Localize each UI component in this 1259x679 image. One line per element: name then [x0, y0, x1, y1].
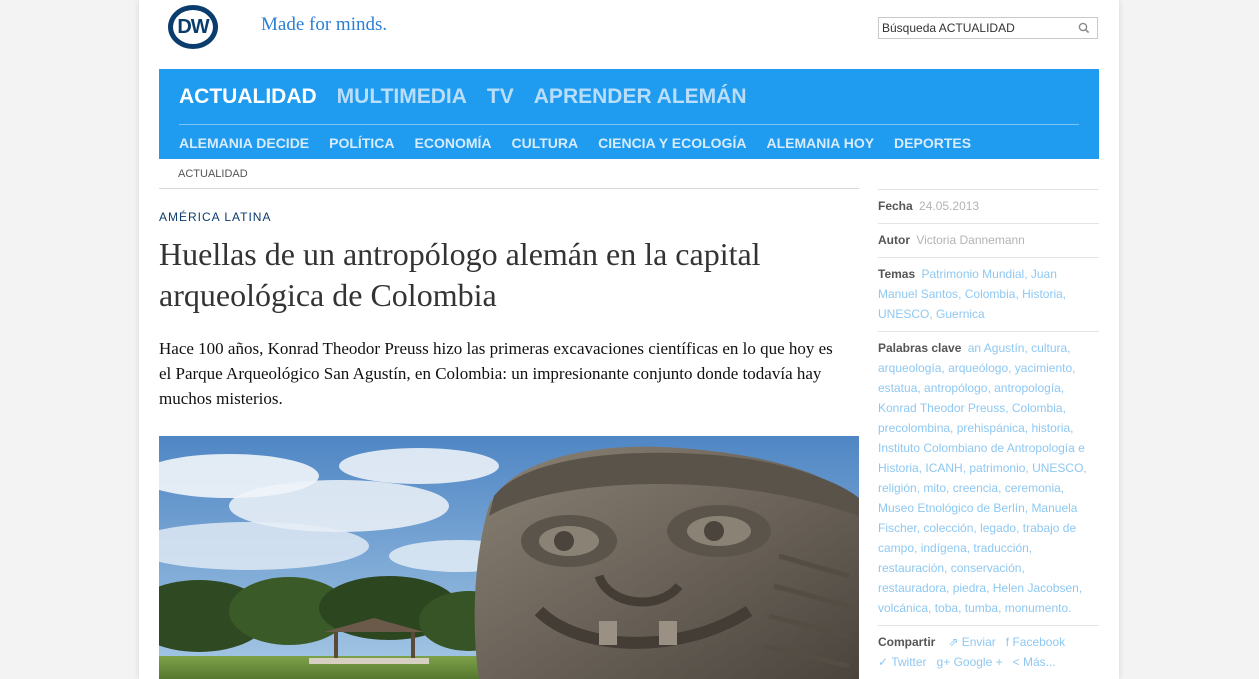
keyword-link[interactable]: an Agustín — [968, 341, 1025, 355]
article-kicker[interactable]: AMÉRICA LATINA — [159, 210, 271, 224]
facebook-icon: f — [1005, 635, 1010, 649]
author-value: Victoria Dannemann — [916, 233, 1025, 247]
article-lead: Hace 100 años, Konrad Theodor Preuss hiz… — [159, 339, 833, 408]
tagline: Made for minds. — [261, 14, 388, 35]
share-facebook[interactable]: f Facebook — [1006, 632, 1065, 652]
main-nav-aprender-aleman[interactable]: APRENDER ALEMÁN — [534, 85, 747, 109]
keyword-link[interactable]: monumento. — [1005, 601, 1072, 615]
sub-nav-cultura[interactable]: CULTURA — [512, 135, 579, 151]
keyword-link[interactable]: restauradora — [878, 581, 946, 595]
main-navigation: ACTUALIDAD MULTIMEDIA TV APRENDER ALEMÁN… — [159, 69, 1099, 159]
keyword-link[interactable]: prehispánica — [957, 421, 1025, 435]
article-hero-image — [159, 436, 859, 679]
nav-divider — [179, 124, 1079, 125]
keyword-link[interactable]: volcánica — [878, 601, 928, 615]
share-label: Compartir — [878, 635, 936, 649]
share-row: Compartir ⇗ Enviar f Facebook ✓ Twitter … — [878, 632, 1099, 672]
keyword-link[interactable]: Museo Etnológico de Berlín — [878, 501, 1025, 515]
keyword-link[interactable]: Colombia — [1012, 401, 1063, 415]
keyword-link[interactable]: mito — [923, 481, 946, 495]
article-metadata-sidebar: Fecha 24.05.2013 Autor Victoria Danneman… — [878, 189, 1099, 679]
sub-nav-alemania-hoy[interactable]: ALEMANIA HOY — [766, 135, 874, 151]
keyword-link[interactable]: precolombina — [878, 421, 950, 435]
topic-link[interactable]: Patrimonio Mundial — [921, 267, 1024, 281]
meta-topics: Temas Patrimonio Mundial, Juan Manuel Sa… — [878, 257, 1099, 331]
topics-label: Temas — [878, 267, 916, 281]
topic-link[interactable]: Guernica — [936, 307, 985, 321]
keyword-link[interactable]: yacimiento — [1015, 361, 1072, 375]
keyword-link[interactable]: historia — [1031, 421, 1070, 435]
topic-link[interactable]: UNESCO — [878, 307, 929, 321]
keyword-link[interactable]: creencia — [953, 481, 998, 495]
keyword-link[interactable]: arqueólogo — [948, 361, 1008, 375]
keyword-link[interactable]: toba — [935, 601, 958, 615]
share-google-plus[interactable]: g+ Google + — [937, 652, 1003, 672]
keyword-link[interactable]: restauración — [878, 561, 944, 575]
breadcrumb[interactable]: ACTUALIDAD — [178, 168, 248, 180]
keyword-link[interactable]: antropólogo — [924, 381, 987, 395]
share-more[interactable]: < Más... — [1013, 652, 1056, 672]
keyword-link[interactable]: colección — [923, 521, 973, 535]
share-twitter[interactable]: ✓ Twitter — [878, 652, 927, 672]
keyword-link[interactable]: religión — [878, 481, 917, 495]
keyword-link[interactable]: antropología — [994, 381, 1061, 395]
content-divider — [159, 188, 859, 189]
keyword-link[interactable]: ceremonia — [1005, 481, 1061, 495]
keyword-link[interactable]: Helen Jacobsen — [993, 581, 1079, 595]
main-nav-tv[interactable]: TV — [487, 85, 514, 109]
meta-keywords: Palabras clave an Agustín, cultura, arqu… — [878, 331, 1099, 625]
keyword-link[interactable]: piedra — [953, 581, 986, 595]
sub-nav-alemania-decide[interactable]: ALEMANIA DECIDE — [179, 135, 309, 151]
meta-author: Autor Victoria Dannemann — [878, 223, 1099, 257]
article-headline: Huellas de un antropólogo alemán en la c… — [159, 236, 761, 313]
search-input[interactable] — [882, 21, 1072, 35]
keyword-link[interactable]: indígena — [921, 541, 967, 555]
date-value: 24.05.2013 — [919, 199, 980, 213]
dw-logo[interactable]: DW — [168, 5, 218, 49]
meta-share: Compartir ⇗ Enviar f Facebook ✓ Twitter … — [878, 625, 1099, 679]
keywords-list: an Agustín, cultura, arqueología, arqueó… — [878, 341, 1087, 615]
keywords-label: Palabras clave — [878, 341, 962, 355]
sub-nav-deportes[interactable]: DEPORTES — [894, 135, 971, 151]
google-plus-icon: g+ — [936, 655, 951, 669]
date-label: Fecha — [878, 199, 913, 213]
search-icon[interactable] — [1077, 21, 1091, 35]
keyword-link[interactable]: tumba — [965, 601, 998, 615]
sub-nav-ciencia-ecologia[interactable]: CIENCIA Y ECOLOGÍA — [598, 135, 746, 151]
keyword-link[interactable]: ICANH — [925, 461, 962, 475]
keyword-link[interactable]: conservación — [951, 561, 1022, 575]
meta-date: Fecha 24.05.2013 — [878, 189, 1099, 223]
search-box — [878, 17, 1098, 39]
sub-nav-economia[interactable]: ECONOMÍA — [415, 135, 492, 151]
dw-logo-mark: DW — [173, 10, 213, 44]
author-label: Autor — [878, 233, 910, 247]
topic-link[interactable]: Historia — [1022, 287, 1063, 301]
share-enviar[interactable]: ⇗ Enviar — [948, 632, 995, 652]
share-icon: ⇗ — [948, 635, 959, 649]
page: DW Made for minds. ACTUALIDAD MULTIMEDIA… — [139, 0, 1119, 679]
sub-nav-list: ALEMANIA DECIDE POLÍTICA ECONOMÍA CULTUR… — [179, 135, 971, 151]
keyword-link[interactable]: Konrad Theodor Preuss — [878, 401, 1005, 415]
twitter-icon: ✓ — [878, 655, 889, 669]
main-nav-multimedia[interactable]: MULTIMEDIA — [337, 85, 467, 109]
keyword-link[interactable]: cultura — [1031, 341, 1067, 355]
main-nav-actualidad[interactable]: ACTUALIDAD — [179, 85, 317, 109]
sub-nav-politica[interactable]: POLÍTICA — [329, 135, 394, 151]
keyword-link[interactable]: patrimonio — [969, 461, 1025, 475]
keyword-link[interactable]: arqueología — [878, 361, 941, 375]
keyword-link[interactable]: UNESCO — [1032, 461, 1083, 475]
main-nav-list: ACTUALIDAD MULTIMEDIA TV APRENDER ALEMÁN — [179, 85, 747, 109]
more-share-icon: < — [1012, 655, 1020, 669]
keyword-link[interactable]: legado — [980, 521, 1016, 535]
topic-link[interactable]: Colombia — [965, 287, 1016, 301]
keyword-link[interactable]: estatua — [878, 381, 917, 395]
keyword-link[interactable]: traducción — [973, 541, 1028, 555]
